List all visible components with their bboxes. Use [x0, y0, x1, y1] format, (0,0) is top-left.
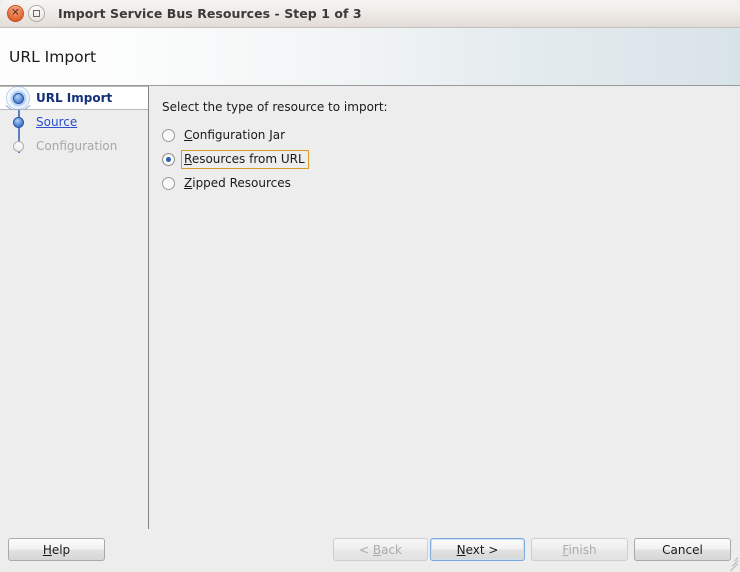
finish-button: Finish	[531, 538, 628, 561]
next-button-label: Next >	[456, 542, 499, 557]
radio-dot-resources-from-url	[166, 157, 171, 162]
radio-icon-resources-from-url[interactable]	[162, 153, 175, 166]
radio-label-configuration-jar[interactable]: Configuration Jar	[181, 126, 289, 145]
radio-row-resources-from-url[interactable]: Resources from URL	[162, 150, 740, 169]
step-bullet-wrap-3	[0, 134, 36, 158]
step-list: URL Import Source Configuration	[0, 86, 148, 158]
finish-button-label: Finish	[562, 542, 597, 557]
close-icon[interactable]: ✕	[7, 5, 24, 22]
mnemonic-char-zipped-resources: Z	[184, 176, 193, 190]
radio-label-zipped-resources[interactable]: Zipped Resources	[181, 174, 295, 193]
step-bullet-done-icon	[12, 116, 24, 128]
cancel-button-label: Cancel	[662, 542, 703, 557]
radio-label-rest-zipped-resources: ipped Resources	[192, 176, 291, 190]
instruction-text: Select the type of resource to import:	[162, 100, 388, 114]
wizard-content-pane: Select the type of resource to import: C…	[149, 86, 740, 531]
maximize-glyph	[33, 10, 40, 17]
step-bullet-wrap-2	[0, 110, 36, 134]
help-button[interactable]: Help	[8, 538, 105, 561]
wizard-body: URL Import Source Configuration Select t…	[0, 86, 740, 531]
cancel-button[interactable]: Cancel	[634, 538, 731, 561]
radio-label-rest-resources-from-url: esources from URL	[191, 152, 305, 166]
sidebar-item-label-url-import: URL Import	[36, 91, 113, 105]
wizard-button-bar: Help < Back Next > Finish Cancel	[0, 531, 740, 572]
maximize-icon[interactable]	[28, 5, 45, 22]
close-glyph: ✕	[11, 7, 20, 18]
sidebar-item-label-configuration: Configuration	[36, 139, 118, 153]
window-controls: ✕	[0, 5, 45, 22]
sidebar-item-url-import[interactable]: URL Import	[0, 86, 148, 110]
radio-icon-configuration-jar[interactable]	[162, 129, 175, 142]
next-button[interactable]: Next >	[430, 538, 525, 561]
wizard-steps-sidebar: URL Import Source Configuration	[0, 86, 149, 529]
step-bullet-wrap-1	[0, 86, 36, 110]
page-title: URL Import	[9, 47, 97, 66]
radio-label-resources-from-url[interactable]: Resources from URL	[181, 150, 309, 169]
window-title: Import Service Bus Resources - Step 1 of…	[58, 6, 362, 21]
radio-row-zipped-resources[interactable]: Zipped Resources	[162, 174, 740, 193]
help-button-label: Help	[42, 542, 71, 557]
radio-row-configuration-jar[interactable]: Configuration Jar	[162, 126, 740, 145]
step-bullet-todo-icon	[12, 140, 24, 152]
radio-label-rest-configuration-jar: onfiguration Jar	[192, 128, 286, 142]
back-button-label: < Back	[358, 542, 402, 557]
title-bar: ✕ Import Service Bus Resources - Step 1 …	[0, 0, 740, 28]
step-bullet-current-icon	[12, 92, 24, 104]
sidebar-item-label-source[interactable]: Source	[36, 115, 77, 129]
mnemonic-char-resources-from-url: R	[184, 152, 192, 166]
sidebar-item-source[interactable]: Source	[0, 110, 148, 134]
resource-type-radio-group: Configuration Jar Resources from URL Zip…	[162, 126, 740, 193]
sidebar-item-configuration: Configuration	[0, 134, 148, 158]
import-wizard-window: ✕ Import Service Bus Resources - Step 1 …	[0, 0, 740, 572]
wizard-header: URL Import	[0, 28, 740, 86]
radio-icon-zipped-resources[interactable]	[162, 177, 175, 190]
back-button: < Back	[333, 538, 428, 561]
